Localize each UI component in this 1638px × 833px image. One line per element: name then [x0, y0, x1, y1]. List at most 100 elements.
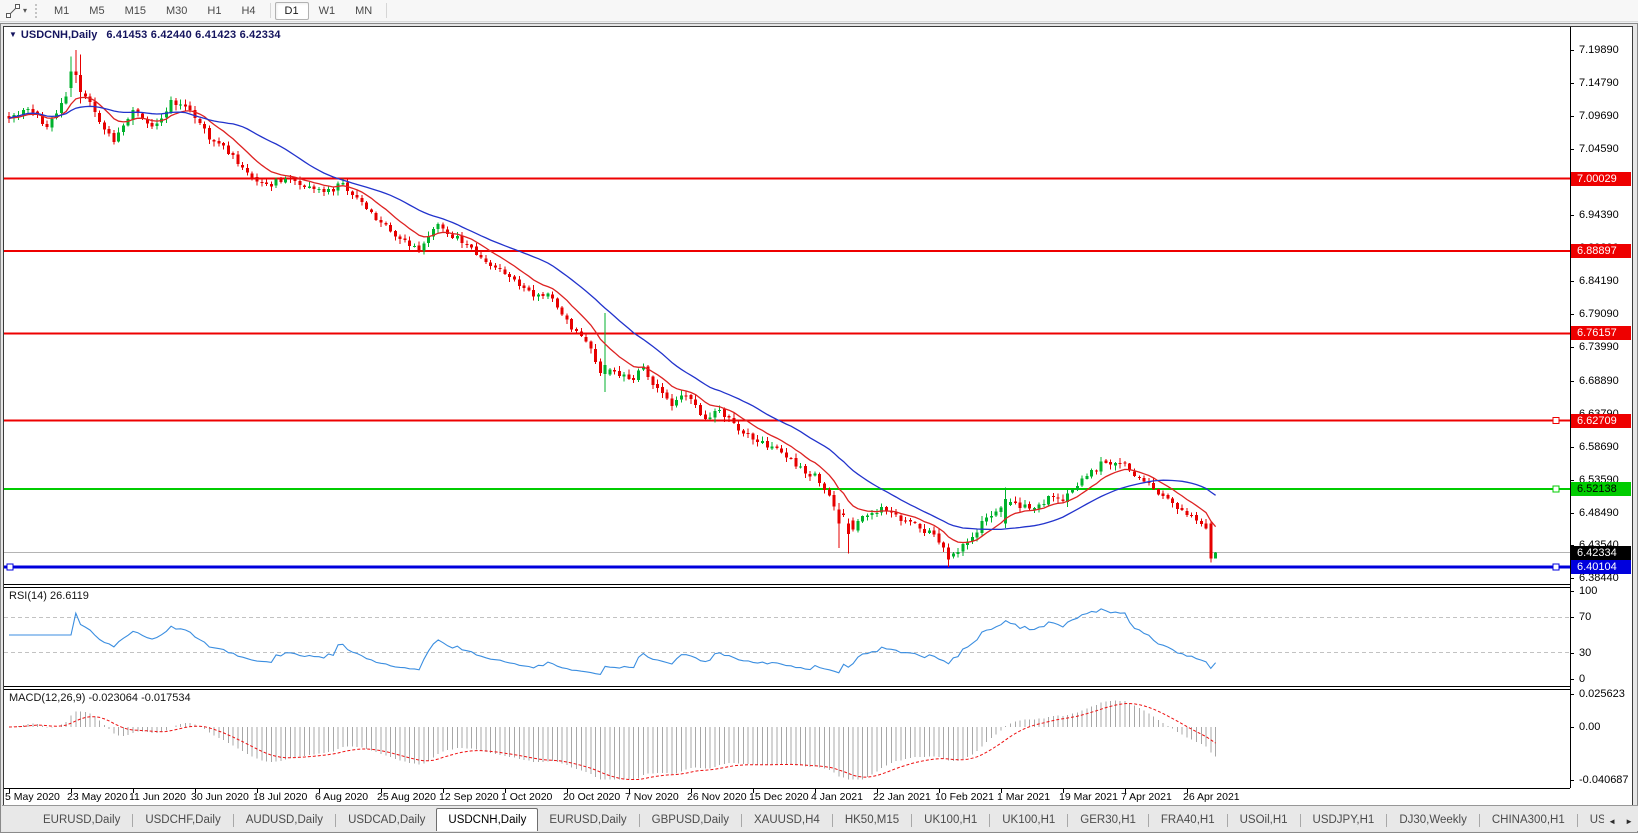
timeframe-m15[interactable]: M15	[115, 2, 156, 20]
macd-label: MACD(12,26,9) -0.023064 -0.017534	[9, 692, 191, 704]
resistance-3-price-label: 6.76157	[1571, 326, 1631, 341]
tab-divider	[1478, 814, 1480, 827]
price-tick	[1570, 446, 1574, 448]
tab-scroll-arrows: ◄ ►	[1608, 817, 1633, 826]
price-tick	[1570, 50, 1574, 51]
macd-histogram	[13, 700, 1217, 780]
tab-dj30-weekly[interactable]: DJ30,Weekly	[1388, 811, 1478, 831]
timeframe-mn[interactable]: MN	[345, 2, 382, 20]
price-axis[interactable]: 7.198907.147907.096907.045906.994906.943…	[1570, 27, 1632, 805]
resistance-1-price-label: 7.00029	[1571, 171, 1631, 186]
tab-divider	[989, 814, 991, 827]
tab-uk100-h1[interactable]: UK100,H1	[991, 811, 1066, 831]
chart-tabs: EURUSD,Daily USDCHF,Daily AUDUSD,Daily USDC…	[32, 806, 1604, 831]
price-tick	[1570, 380, 1574, 382]
price-tick-label: 7.14790	[1579, 77, 1619, 89]
tab-divider	[741, 814, 742, 827]
tab-audusd-daily[interactable]: AUDUSD,Daily	[235, 811, 334, 831]
date-label: 18 Jul 2020	[253, 791, 308, 803]
line-handle[interactable]	[1552, 417, 1560, 424]
tabs-scroll-left-icon[interactable]: ◄	[1608, 817, 1616, 826]
tab-divider	[911, 814, 913, 827]
trendline-cursor-icon[interactable]	[4, 3, 22, 19]
line-handle[interactable]	[1552, 485, 1560, 493]
toolbar-dropdown-caret-icon[interactable]: ▾	[23, 6, 27, 15]
timeframe-m5[interactable]: M5	[79, 2, 114, 20]
line-handle[interactable]	[6, 563, 14, 571]
macd-tick-label: -0.040687	[1579, 773, 1629, 786]
rsi-tick	[1570, 617, 1574, 619]
price-tick-label: 6.68890	[1579, 374, 1619, 387]
macd-tick	[1570, 727, 1574, 728]
date-label: 30 Jun 2020	[191, 791, 249, 803]
tab-usc[interactable]: USC	[1579, 811, 1604, 831]
timeframe-d1[interactable]: D1	[274, 1, 309, 20]
chart-title: ▼ USDCNH,Daily 6.41453 6.42440 6.41423 6.4…	[9, 29, 281, 41]
price-tick	[1570, 512, 1574, 514]
date-label: 15 Dec 2020	[749, 791, 809, 803]
tab-usdcnh-daily[interactable]: USDCNH,Daily	[436, 808, 539, 831]
price-tick	[1570, 577, 1574, 579]
toolbar-drag-handle[interactable]	[35, 3, 38, 18]
tab-hk50-m15[interactable]: HK50,M15	[834, 811, 910, 831]
tab-usdchf-daily[interactable]: USDCHF,Daily	[134, 811, 231, 831]
bid-price-label: 6.42334	[1571, 545, 1631, 560]
line-handle[interactable]	[1552, 563, 1560, 571]
price-tick-label: 6.73990	[1579, 341, 1619, 354]
price-tick-label: 7.19890	[1579, 44, 1619, 56]
date-label: 25 Aug 2020	[377, 791, 436, 803]
date-label: 12 Sep 2020	[439, 791, 499, 803]
timeframe-h1[interactable]: H1	[197, 2, 231, 20]
macd-tick	[1570, 779, 1574, 781]
price-tick-label: 7.09690	[1579, 110, 1619, 123]
tab-divider	[1576, 814, 1578, 827]
price-tick-label: 7.04590	[1579, 143, 1619, 156]
rsi-tick	[1570, 652, 1574, 654]
resistance-2-price-label: 6.88897	[1571, 243, 1631, 258]
date-label: 4 Jan 2021	[811, 791, 863, 803]
bear-candle-bodies	[7, 71, 1213, 560]
time-axis[interactable]: 5 May 2020 23 May 2020 11 Jun 2020 30 Jun 2…	[4, 789, 1570, 805]
workspace: ▼ USDCNH,Daily 6.41453 6.42440 6.41423 6.4…	[0, 23, 1638, 833]
macd-tick-label: 0.00	[1579, 721, 1601, 733]
macd-signal-line	[8, 702, 1216, 780]
tab-divider	[232, 814, 234, 827]
tab-divider	[1147, 814, 1149, 827]
tab-divider	[335, 814, 337, 827]
timeframe-buttons: M1 M5 M15 M30 H1 H4 D1 W1 MN	[44, 0, 391, 22]
date-label: 1 Oct 2020	[501, 791, 553, 803]
timeframe-h4[interactable]: H4	[231, 2, 265, 20]
tab-fra40-h1[interactable]: FRA40,H1	[1150, 811, 1226, 831]
tab-uk100-h1[interactable]: UK100,H1	[913, 811, 988, 831]
tab-eurusd-daily[interactable]: EURUSD,Daily	[538, 811, 637, 831]
rsi-line	[9, 608, 1217, 675]
chart-collapse-icon[interactable]: ▼	[9, 30, 17, 39]
tab-eurusd-daily[interactable]: EURUSD,Daily	[32, 811, 131, 831]
tab-divider	[831, 814, 833, 827]
tab-xauusd-h4[interactable]: XAUUSD,H4	[743, 811, 831, 831]
timeframe-m1[interactable]: M1	[44, 2, 79, 20]
date-label: 10 Feb 2021	[935, 791, 994, 803]
tab-usdjpy-h1[interactable]: USDJPY,H1	[1302, 811, 1386, 831]
price-tick	[1570, 215, 1574, 217]
tab-china300-h1[interactable]: CHINA300,H1	[1481, 811, 1576, 831]
date-label: 19 Mar 2021	[1059, 791, 1118, 803]
price-tick	[1570, 314, 1574, 316]
timeframe-m30[interactable]: M30	[156, 2, 197, 20]
chart-symbol-period: USDCNH,Daily	[20, 29, 98, 41]
tabs-scroll-right-icon[interactable]: ►	[1625, 817, 1633, 826]
price-tick-label: 6.94390	[1579, 209, 1619, 222]
tab-usoil-h1[interactable]: USOil,H1	[1229, 811, 1299, 831]
chart-window: ▼ USDCNH,Daily 6.41453 6.42440 6.41423 6.4…	[3, 26, 1633, 806]
rsi-tick-label: 100	[1579, 585, 1598, 597]
chart-canvas[interactable]	[4, 27, 1632, 805]
date-label: 23 May 2020	[67, 791, 128, 803]
price-tick	[1570, 83, 1574, 84]
toolbar-separator	[386, 3, 388, 18]
price-tick-label: 6.79090	[1579, 308, 1619, 321]
tab-ger30-h1[interactable]: GER30,H1	[1069, 811, 1147, 831]
timeframe-w1[interactable]: W1	[309, 2, 346, 20]
tab-usdcad-daily[interactable]: USDCAD,Daily	[337, 811, 436, 831]
price-tick-label: 6.58690	[1579, 440, 1619, 453]
tab-gbpusd-daily[interactable]: GBPUSD,Daily	[641, 811, 740, 831]
